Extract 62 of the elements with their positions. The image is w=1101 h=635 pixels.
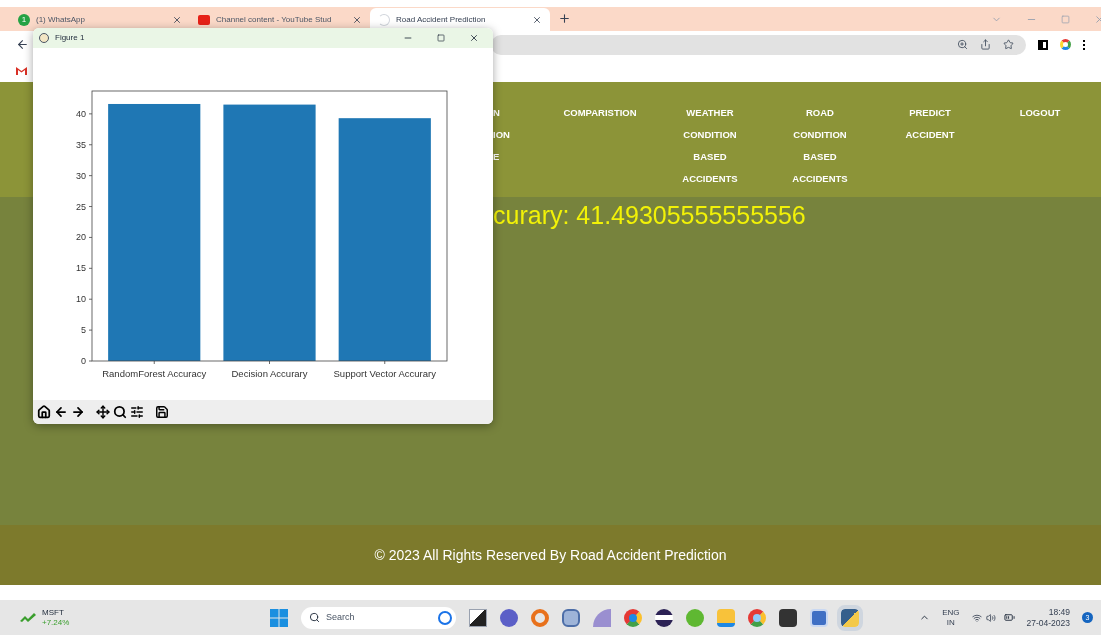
y-tick-label: 40 [76,108,86,119]
y-tick-label: 5 [81,325,86,336]
nav-link[interactable]: PREDICT ACCIDENT [875,102,985,197]
language-indicator[interactable]: ENG IN [942,607,960,628]
zoom-icon[interactable] [113,405,127,419]
y-tick-label: 30 [76,170,86,181]
nav-link[interactable]: ROAD CONDITION BASED ACCIDENTS [765,102,875,197]
bing-icon[interactable] [438,610,452,625]
share-icon[interactable] [980,39,991,50]
footer-text: © 2023 All Rights Reserved By Road Accident Prediction [374,545,727,565]
y-tick-label: 20 [76,232,86,243]
y-tick-label: 25 [76,201,86,212]
pan-icon[interactable] [96,405,110,419]
back-icon[interactable] [54,405,68,419]
maximize-icon[interactable] [437,34,445,42]
tab-title: Channel content - YouTube Stud [216,13,333,26]
nav-link[interactable]: N ION E [493,102,545,197]
extension-icon[interactable] [1060,39,1071,50]
browser-tab[interactable]: Channel content - YouTube Stud [190,8,370,31]
new-tab-icon[interactable] [558,12,571,25]
browser-tab[interactable]: 1 (1) WhatsApp [10,8,190,31]
y-tick-label: 35 [76,139,86,150]
settings-icon[interactable] [130,405,144,419]
y-tick-label: 10 [76,294,86,305]
start-icon[interactable] [270,608,288,627]
x-tick-label: Support Vector Accurary [333,368,436,379]
close-icon[interactable] [532,14,542,25]
wifi-icon[interactable] [971,612,982,623]
battery-icon[interactable] [1003,612,1015,623]
chat-icon: 1 [18,13,30,26]
browser-icon[interactable] [748,608,766,627]
search-icon [309,612,320,623]
search-box[interactable]: Search [301,606,456,629]
nav-link[interactable]: WEATHER CONDITION BASED ACCIDENTS [655,102,765,197]
close-icon[interactable] [352,14,362,25]
close-icon[interactable] [172,14,182,25]
nav-link[interactable]: LOGOUT [985,102,1095,197]
clock[interactable]: 18:49 27-04-2023 [1026,606,1070,629]
stock-change: +7.24% [42,617,70,628]
x-tick-label: Decision Accurary [231,368,308,379]
accuracy-result: curary: 41.49305555555556 [493,201,806,229]
star-icon[interactable] [1003,39,1014,50]
back-icon[interactable] [16,38,29,51]
folder-icon[interactable] [717,608,735,627]
y-tick-label: 0 [81,356,86,366]
mail-icon[interactable] [16,65,27,75]
forward-icon[interactable] [71,405,85,419]
x-tick-label: RandomForest Accuracy [102,368,207,379]
tab-title: (1) WhatsApp [36,13,86,26]
window-title: Figure 1 [55,32,85,44]
volume-icon[interactable] [985,612,996,623]
nav-link[interactable]: COMPARISTION [545,102,655,197]
close-icon[interactable] [469,33,479,43]
save-icon[interactable] [155,405,169,419]
stock-symbol: MSFT [42,607,65,618]
sidebar-icon[interactable] [1038,39,1048,50]
browser-icon[interactable] [624,608,642,627]
tab-title: Road Accident Prediction [396,13,487,26]
stock-chart-icon[interactable] [20,613,36,622]
search-field[interactable]: Search [326,610,426,625]
y-tick-label: 15 [76,263,86,274]
home-icon[interactable] [37,405,51,419]
